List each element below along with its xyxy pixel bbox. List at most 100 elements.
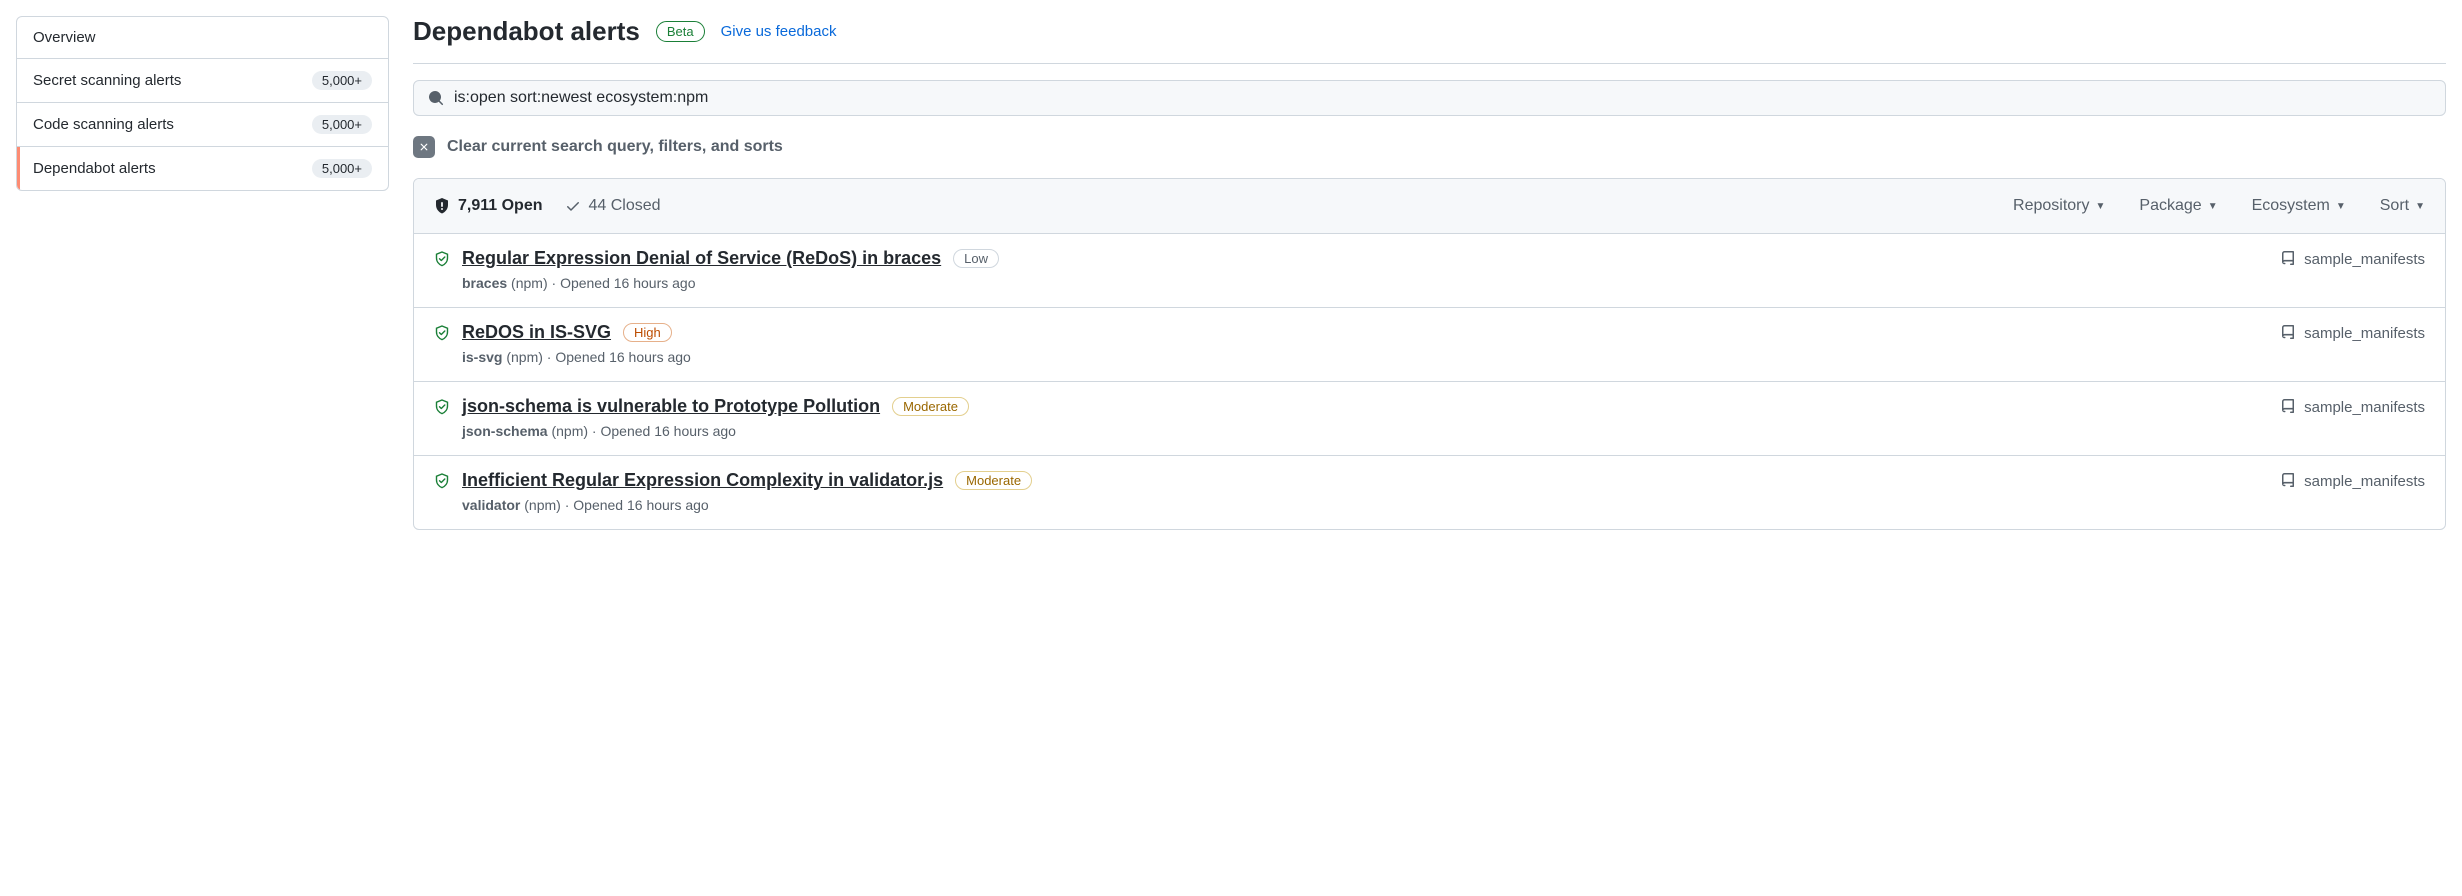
sidebar-item-label: Overview — [33, 29, 96, 46]
sidebar-item-code-scanning[interactable]: Code scanning alerts 5,000+ — [17, 103, 388, 147]
alert-repo-name: sample_manifests — [2304, 251, 2425, 268]
alert-row-body: Regular Expression Denial of Service (Re… — [462, 248, 999, 291]
alerts-list-header: 7,911 Open 44 Closed Repository ▼ Packag… — [414, 179, 2445, 234]
alert-row-left: json-schema is vulnerable to Prototype P… — [434, 396, 969, 439]
filter-label: Ecosystem — [2252, 197, 2330, 215]
repo-icon — [2280, 251, 2296, 267]
side-menu: Overview Secret scanning alerts 5,000+ C… — [16, 16, 389, 191]
alert-title[interactable]: ReDOS in IS-SVG — [462, 322, 611, 343]
alert-repo[interactable]: sample_manifests — [2280, 248, 2425, 291]
alert-title[interactable]: json-schema is vulnerable to Prototype P… — [462, 396, 880, 417]
alert-meta: is-svg (npm) · Opened 16 hours ago — [462, 349, 691, 365]
alert-meta: braces (npm) · Opened 16 hours ago — [462, 275, 999, 291]
check-icon — [565, 198, 581, 214]
alert-row-left: Regular Expression Denial of Service (Re… — [434, 248, 999, 291]
search-bar[interactable] — [413, 80, 2446, 116]
alert-title-line: Inefficient Regular Expression Complexit… — [462, 470, 1032, 491]
severity-badge: Moderate — [955, 471, 1032, 490]
feedback-link[interactable]: Give us feedback — [721, 23, 837, 40]
alert-repo-name: sample_manifests — [2304, 473, 2425, 490]
alert-opened: Opened 16 hours ago — [601, 423, 736, 439]
alert-row-body: Inefficient Regular Expression Complexit… — [462, 470, 1032, 513]
alert-title-line: json-schema is vulnerable to Prototype P… — [462, 396, 969, 417]
alert-package: braces — [462, 275, 507, 291]
closed-tab-label: 44 Closed — [589, 197, 661, 215]
alert-repo[interactable]: sample_manifests — [2280, 470, 2425, 513]
alert-title[interactable]: Regular Expression Denial of Service (Re… — [462, 248, 941, 269]
shield-check-icon — [434, 325, 450, 341]
alert-ecosystem: (npm) — [506, 349, 543, 365]
alert-meta: validator (npm) · Opened 16 hours ago — [462, 497, 1032, 513]
state-tabs: 7,911 Open 44 Closed — [434, 197, 661, 215]
alert-row-body: json-schema is vulnerable to Prototype P… — [462, 396, 969, 439]
closed-tab[interactable]: 44 Closed — [565, 197, 661, 215]
sidebar-item-secret-scanning[interactable]: Secret scanning alerts 5,000+ — [17, 59, 388, 103]
alert-row[interactable]: json-schema is vulnerable to Prototype P… — [414, 382, 2445, 456]
filter-package[interactable]: Package ▼ — [2139, 197, 2217, 215]
repo-icon — [2280, 325, 2296, 341]
severity-badge: Moderate — [892, 397, 969, 416]
repo-icon — [2280, 399, 2296, 415]
alert-package: validator — [462, 497, 520, 513]
filter-repository[interactable]: Repository ▼ — [2013, 197, 2105, 215]
alert-opened: Opened 16 hours ago — [560, 275, 695, 291]
alert-row-left: ReDOS in IS-SVG High is-svg (npm) · Opened… — [434, 322, 691, 365]
alert-row[interactable]: Regular Expression Denial of Service (Re… — [414, 234, 2445, 308]
sidebar: Overview Secret scanning alerts 5,000+ C… — [16, 16, 389, 530]
filter-sort[interactable]: Sort ▼ — [2380, 197, 2425, 215]
alert-row[interactable]: ReDOS in IS-SVG High is-svg (npm) · Opened… — [414, 308, 2445, 382]
caret-down-icon: ▼ — [2336, 201, 2346, 212]
alert-title-line: Regular Expression Denial of Service (Re… — [462, 248, 999, 269]
alert-ecosystem: (npm) — [524, 497, 561, 513]
filter-ecosystem[interactable]: Ecosystem ▼ — [2252, 197, 2346, 215]
sidebar-item-count: 5,000+ — [312, 115, 372, 134]
repo-icon — [2280, 473, 2296, 489]
sidebar-item-label: Secret scanning alerts — [33, 72, 181, 89]
open-tab[interactable]: 7,911 Open — [434, 197, 543, 215]
alert-opened: Opened 16 hours ago — [555, 349, 690, 365]
beta-badge: Beta — [656, 21, 705, 42]
page-title: Dependabot alerts — [413, 16, 640, 47]
caret-down-icon: ▼ — [2208, 201, 2218, 212]
shield-check-icon — [434, 251, 450, 267]
sidebar-item-overview[interactable]: Overview — [17, 17, 388, 59]
filter-label: Sort — [2380, 197, 2409, 215]
alert-meta: json-schema (npm) · Opened 16 hours ago — [462, 423, 969, 439]
caret-down-icon: ▼ — [2096, 201, 2106, 212]
sidebar-item-count: 5,000+ — [312, 71, 372, 90]
alert-package: json-schema — [462, 423, 548, 439]
shield-check-icon — [434, 473, 450, 489]
severity-badge: Low — [953, 249, 999, 268]
open-tab-label: 7,911 Open — [458, 197, 543, 215]
filter-label: Repository — [2013, 197, 2089, 215]
clear-filters-button[interactable]: Clear current search query, filters, and… — [413, 136, 2446, 158]
main-content: Dependabot alerts Beta Give us feedback … — [413, 16, 2446, 530]
alert-row[interactable]: Inefficient Regular Expression Complexit… — [414, 456, 2445, 529]
filter-dropdowns: Repository ▼ Package ▼ Ecosystem ▼ Sort … — [2013, 197, 2425, 215]
sidebar-item-label: Dependabot alerts — [33, 160, 156, 177]
close-icon — [413, 136, 435, 158]
search-icon — [428, 90, 444, 106]
alert-repo[interactable]: sample_manifests — [2280, 396, 2425, 439]
alert-repo-name: sample_manifests — [2304, 399, 2425, 416]
filter-label: Package — [2139, 197, 2201, 215]
alert-opened: Opened 16 hours ago — [573, 497, 708, 513]
search-input[interactable] — [454, 89, 2431, 107]
alert-package: is-svg — [462, 349, 502, 365]
severity-badge: High — [623, 323, 672, 342]
caret-down-icon: ▼ — [2415, 201, 2425, 212]
alert-row-left: Inefficient Regular Expression Complexit… — [434, 470, 1032, 513]
alert-title[interactable]: Inefficient Regular Expression Complexit… — [462, 470, 943, 491]
shield-icon — [434, 198, 450, 214]
sidebar-item-dependabot[interactable]: Dependabot alerts 5,000+ — [17, 147, 388, 190]
alert-row-body: ReDOS in IS-SVG High is-svg (npm) · Opened… — [462, 322, 691, 365]
clear-filters-label: Clear current search query, filters, and… — [447, 138, 783, 156]
alert-title-line: ReDOS in IS-SVG High — [462, 322, 691, 343]
alert-ecosystem: (npm) — [551, 423, 588, 439]
sidebar-item-count: 5,000+ — [312, 159, 372, 178]
alert-repo[interactable]: sample_manifests — [2280, 322, 2425, 365]
alert-repo-name: sample_manifests — [2304, 325, 2425, 342]
alerts-list: 7,911 Open 44 Closed Repository ▼ Packag… — [413, 178, 2446, 530]
sidebar-item-label: Code scanning alerts — [33, 116, 174, 133]
page-header: Dependabot alerts Beta Give us feedback — [413, 16, 2446, 64]
